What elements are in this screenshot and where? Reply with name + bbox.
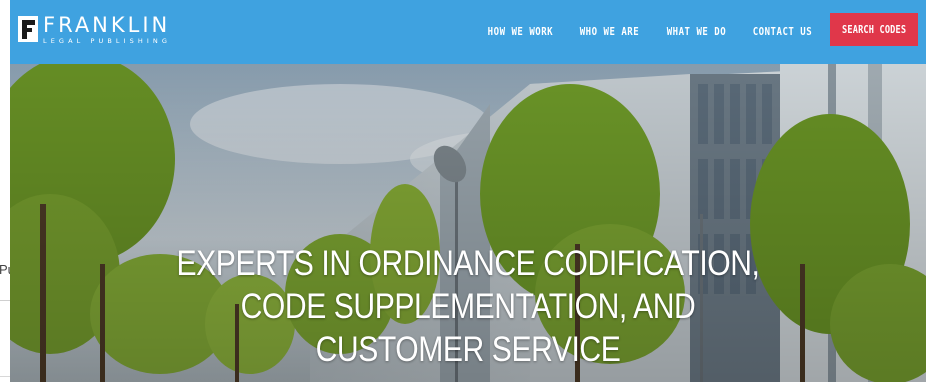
background-page-edge (0, 0, 10, 382)
hero-headline: EXPERTS IN ORDINANCE CODIFICATION, CODE … (74, 242, 862, 371)
main-nav: HOW WE WORK WHO WE ARE WHAT WE DO CONTAC… (460, 0, 812, 64)
headline-line-3: CUSTOMER SERVICE (315, 330, 621, 369)
hero-banner: EXPERTS IN ORDINANCE CODIFICATION, CODE … (10, 64, 926, 382)
logo-subtitle: LEGAL PUBLISHING (43, 37, 172, 45)
franklin-f-logo-icon (18, 16, 38, 42)
background-divider (0, 376, 10, 377)
franklin-logo[interactable]: FRANKLIN LEGAL PUBLISHING (18, 14, 171, 50)
search-codes-label: SEARCH CODES (841, 23, 907, 36)
headline-line-1: EXPERTS IN ORDINANCE CODIFICATION, (176, 244, 760, 283)
site-header: FRANKLIN LEGAL PUBLISHING HOW WE WORK WH… (10, 0, 926, 64)
nav-what-we-do[interactable]: WHAT WE DO (666, 26, 726, 38)
search-codes-button[interactable]: SEARCH CODES (830, 13, 918, 46)
background-divider (0, 300, 10, 301)
nav-how-we-work[interactable]: HOW WE WORK (488, 26, 553, 38)
nav-who-we-are[interactable]: WHO WE ARE (580, 26, 640, 38)
logo-name: FRANKLIN (43, 13, 171, 37)
nav-contact-us[interactable]: CONTACT US (752, 26, 812, 38)
headline-line-2: CODE SUPPLEMENTATION, AND (240, 287, 696, 326)
